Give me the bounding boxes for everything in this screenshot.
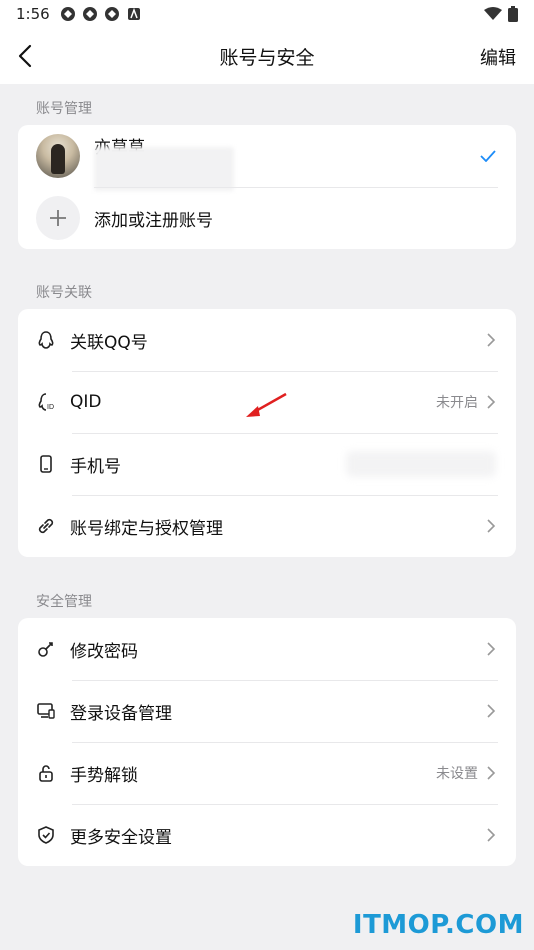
- chevron-right-icon: [487, 642, 496, 656]
- battery-icon: [508, 6, 518, 22]
- nav-header: 账号与安全 编辑: [0, 28, 534, 84]
- watermark: ITMOP.COM: [352, 910, 524, 940]
- chevron-right-icon: [487, 766, 496, 780]
- devices-icon: [37, 703, 55, 719]
- key-icon: [38, 642, 53, 657]
- section-label-security-management: 安全管理: [36, 594, 92, 610]
- app-notification-icon: [104, 7, 119, 21]
- link-qq-row[interactable]: 关联QQ号: [18, 309, 516, 371]
- page-title: 账号与安全: [219, 46, 315, 69]
- lock-icon: [39, 765, 53, 782]
- avatar: [36, 134, 80, 178]
- qid-status: 未开启: [436, 395, 478, 411]
- chevron-right-icon: [487, 828, 496, 842]
- redacted-account-info: [94, 147, 234, 191]
- login-devices-label: 登录设备管理: [70, 703, 172, 724]
- more-security-label: 更多安全设置: [70, 827, 172, 848]
- chevron-right-icon: [487, 333, 496, 347]
- phone-icon: [40, 455, 52, 473]
- account-card: 亦草草 添加或注册账号: [18, 125, 516, 249]
- add-account-label: 添加或注册账号: [94, 210, 213, 231]
- phone-row[interactable]: 手机号: [18, 433, 516, 495]
- chevron-right-icon: [487, 395, 496, 409]
- more-security-row[interactable]: 更多安全设置: [18, 804, 516, 866]
- status-bar: 1:56: [0, 0, 534, 28]
- link-icon: [38, 518, 54, 534]
- login-devices-row[interactable]: 登录设备管理: [18, 680, 516, 742]
- app-notification-icon: [82, 7, 97, 21]
- gesture-unlock-row[interactable]: 手势解锁 未设置: [18, 742, 516, 804]
- app-notification-icon: [60, 7, 75, 21]
- change-password-label: 修改密码: [70, 641, 138, 662]
- redacted-phone-number: [346, 451, 496, 477]
- chevron-right-icon: [487, 519, 496, 533]
- back-arrow-icon[interactable]: [12, 42, 40, 70]
- shield-check-icon: [38, 826, 54, 844]
- checkmark-icon: [480, 150, 496, 162]
- status-time: 1:56: [16, 5, 50, 23]
- gesture-unlock-status: 未设置: [436, 766, 478, 782]
- qq-penguin-icon: [38, 331, 54, 349]
- qid-icon: ID: [38, 393, 54, 411]
- binding-authorization-row[interactable]: 账号绑定与授权管理: [18, 495, 516, 557]
- chevron-right-icon: [487, 704, 496, 718]
- security-card: 修改密码 登录设备管理 手势解锁 未设置 更多安全设置: [18, 618, 516, 866]
- change-password-row[interactable]: 修改密码: [18, 618, 516, 680]
- add-account-row[interactable]: 添加或注册账号: [18, 187, 516, 249]
- annotation-arrow-icon: [246, 392, 287, 417]
- section-label-account-linking: 账号关联: [36, 285, 92, 301]
- svg-text:ID: ID: [47, 404, 54, 411]
- link-qq-label: 关联QQ号: [70, 332, 148, 353]
- account-linking-card: 关联QQ号 ID QID 未开启 手机号 账号绑定与授权管理: [18, 309, 516, 557]
- phone-label: 手机号: [70, 456, 121, 477]
- add-account-plus-icon: [36, 196, 80, 240]
- a-notification-icon: [127, 7, 140, 20]
- wifi-icon: [484, 7, 502, 20]
- section-label-account-management: 账号管理: [36, 101, 92, 117]
- account-row-current[interactable]: 亦草草: [18, 125, 516, 191]
- binding-authorization-label: 账号绑定与授权管理: [70, 518, 223, 539]
- qid-label: QID: [70, 392, 102, 412]
- gesture-unlock-label: 手势解锁: [70, 765, 138, 786]
- edit-button[interactable]: 编辑: [480, 44, 516, 70]
